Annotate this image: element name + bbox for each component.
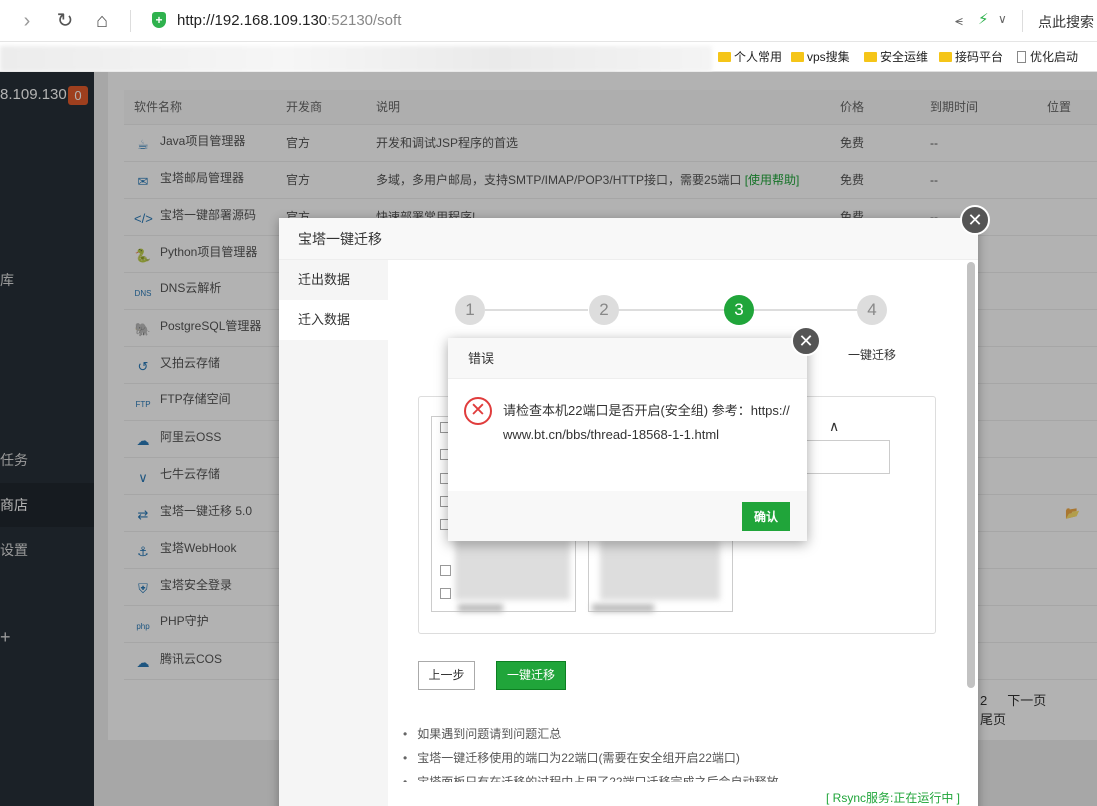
migration-tabs: 迁出数据 迁入数据: [279, 260, 388, 806]
error-message: 请检查本机22端口是否开启(安全组) 参考：https://www.bt.cn/…: [503, 403, 790, 442]
url-host: http://192.168.109.130: [177, 12, 328, 29]
redacted-list-items: [455, 540, 570, 600]
folder-icon: [939, 52, 952, 62]
rsync-status: [ Rsync服务:正在运行中 ]: [826, 791, 961, 805]
bookmark-label: vps搜集: [807, 50, 850, 64]
note-item[interactable]: 如果遇到问题请到问题汇总: [403, 722, 779, 746]
error-close-icon[interactable]: ✕: [791, 326, 821, 356]
home-icon[interactable]: ⌂: [91, 10, 113, 32]
share-icon[interactable]: ⪪: [955, 12, 963, 29]
note-item: 宝塔面板只有在迁移的过程中占用了22端口迁移完成之后会自动释放: [403, 770, 778, 782]
bookmark-item[interactable]: 安全运维: [864, 48, 928, 65]
list-scrollbar[interactable]: [458, 604, 503, 612]
step-connector: [754, 309, 857, 311]
bookmark-item[interactable]: 优化启动: [1017, 48, 1078, 65]
bookmark-item[interactable]: 接码平台: [939, 48, 1003, 65]
bookmark-bar: 个人常用 vps搜集 安全运维 接码平台 优化启动: [0, 42, 1097, 72]
reload-icon[interactable]: ↻: [54, 10, 76, 32]
tab-import-data[interactable]: 迁入数据: [279, 300, 388, 340]
forward-icon[interactable]: ›: [16, 10, 38, 32]
bookmark-item[interactable]: vps搜集: [791, 48, 850, 65]
redacted-list-items: [600, 540, 720, 600]
step-connector: [618, 309, 725, 311]
blurred-bookmarks: [0, 46, 712, 72]
url-path: :52130/soft: [327, 12, 402, 29]
note-item: 宝塔一键迁移使用的端口为22端口(需要在安全组开启22端口): [403, 746, 779, 770]
step-1: 1: [455, 295, 485, 325]
bookmark-label: 优化启动: [1030, 50, 1079, 64]
lightning-icon[interactable]: ⚡: [978, 10, 989, 28]
dialog-scrollbar[interactable]: [967, 262, 975, 688]
step-2: 2: [589, 295, 619, 325]
page-icon: [1017, 51, 1026, 63]
folder-icon: [718, 52, 731, 62]
chevron-down-icon[interactable]: ∨: [998, 12, 1007, 26]
tab-export-data[interactable]: 迁出数据: [279, 260, 388, 300]
confirm-button[interactable]: 确认: [742, 502, 790, 531]
error-dialog: 错误 ✕ 请检查本机22端口是否开启(安全组) 参考：https://www.b…: [448, 338, 807, 541]
item-checkbox[interactable]: [440, 565, 451, 576]
browser-toolbar: › ↻ ⌂ + http://192.168.109.130:52130/sof…: [0, 0, 1097, 42]
bookmark-label: 个人常用: [734, 50, 783, 64]
secure-shield-icon[interactable]: +: [152, 12, 166, 28]
list-scrollbar[interactable]: [592, 604, 654, 612]
step-4: 4: [857, 295, 887, 325]
migration-dialog-title: 宝塔一键迁移: [279, 218, 978, 260]
migration-notes: 如果遇到问题请到问题汇总 宝塔一键迁移使用的端口为22端口(需要在安全组开启22…: [403, 722, 779, 782]
step-connector: [485, 309, 588, 311]
migration-close-icon[interactable]: ✕: [960, 205, 990, 235]
caret-up-icon[interactable]: ∧: [829, 418, 839, 435]
bookmark-item[interactable]: 个人常用: [718, 48, 782, 65]
folder-icon: [791, 52, 804, 62]
folder-icon: [864, 52, 877, 62]
toolbar-divider: [130, 10, 131, 32]
step-3-active: 3: [724, 295, 754, 325]
start-migration-button[interactable]: 一键迁移: [496, 661, 566, 690]
search-box[interactable]: 点此搜索: [1038, 12, 1094, 32]
error-x-icon: ✕: [464, 397, 492, 425]
step-4-label: 一键迁移: [848, 348, 897, 362]
bookmark-label: 接码平台: [955, 50, 1004, 64]
previous-step-button[interactable]: 上一步: [418, 661, 475, 690]
error-dialog-title: 错误: [448, 338, 807, 379]
address-bar[interactable]: http://192.168.109.130:52130/soft: [177, 12, 401, 29]
toolbar-divider: [1022, 10, 1023, 32]
item-checkbox[interactable]: [440, 588, 451, 599]
bookmark-label: 安全运维: [880, 50, 929, 64]
